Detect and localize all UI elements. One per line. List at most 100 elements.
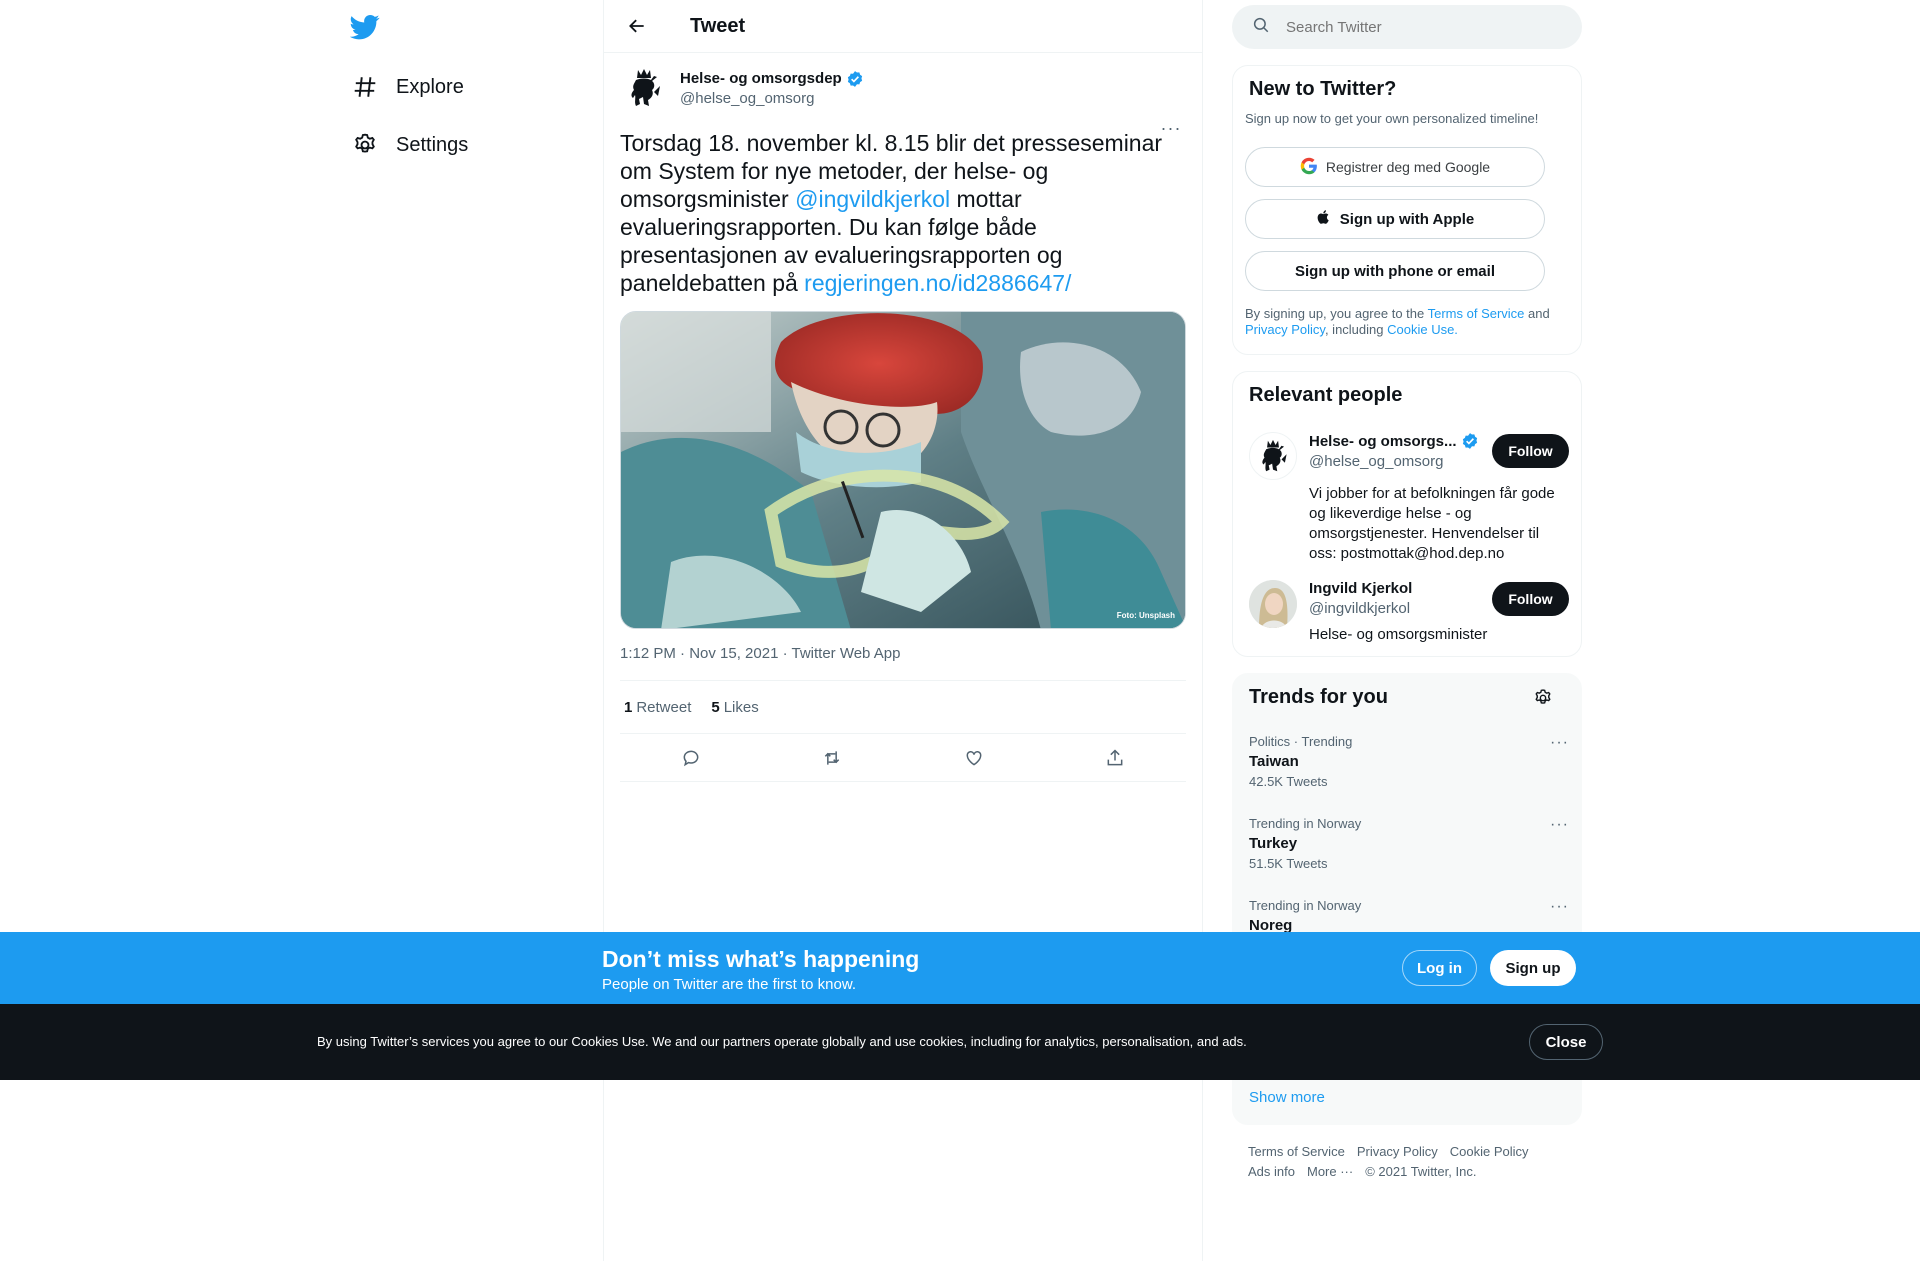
trend-item[interactable]: Politics · Trending Taiwan 42.5K Tweets … bbox=[1249, 734, 1569, 789]
banner-subtitle: People on Twitter are the first to know. bbox=[602, 976, 857, 993]
footer-copyright: © 2021 Twitter, Inc. bbox=[1365, 1164, 1477, 1179]
cookie-close-button[interactable]: Close bbox=[1529, 1024, 1603, 1060]
likes-count: 5 bbox=[711, 698, 720, 716]
google-signup-button[interactable]: Registrer deg med Google bbox=[1245, 147, 1545, 187]
like-icon[interactable] bbox=[957, 741, 991, 775]
likes-label: Likes bbox=[723, 698, 759, 716]
footer-links: Terms of Service Privacy Policy Cookie Pol… bbox=[1248, 1142, 1578, 1182]
relevant-people-card: Relevant people Helse- og omsorgs... @he… bbox=[1232, 371, 1582, 657]
url-link[interactable]: regjeringen.no/id2886647/ bbox=[804, 270, 1071, 296]
new-to-twitter-title: New to Twitter? bbox=[1249, 78, 1397, 100]
relevant-people-title: Relevant people bbox=[1249, 384, 1403, 406]
more-options-icon[interactable]: ··· bbox=[1550, 734, 1569, 752]
phone-email-signup-label: Sign up with phone or email bbox=[1294, 262, 1495, 280]
person-bio: Vi jobber for at befolkningen får gode o… bbox=[1309, 485, 1555, 562]
apple-signup-label: Sign up with Apple bbox=[1339, 210, 1475, 228]
terms-of-service-link[interactable]: Terms of Service bbox=[1428, 306, 1525, 321]
person-name[interactable]: Helse- og omsorgs... bbox=[1309, 433, 1457, 450]
tweet-text: Torsdag 18. november kl. 8.15 blir det p… bbox=[620, 129, 1186, 297]
terms-including: , including bbox=[1324, 322, 1388, 337]
likes-stat[interactable]: 5 Likes bbox=[711, 699, 758, 716]
new-to-twitter-subtitle: Sign up now to get your own personalized… bbox=[1245, 111, 1539, 126]
signup-button[interactable]: Sign up bbox=[1490, 950, 1576, 986]
person-handle: @helse_og_omsorg bbox=[1309, 453, 1444, 470]
back-arrow-icon[interactable] bbox=[620, 9, 654, 43]
tweet-actions bbox=[620, 734, 1186, 782]
twitter-bird-icon[interactable] bbox=[349, 12, 382, 44]
signup-banner: Don’t miss what’s happening People on Tw… bbox=[0, 932, 1920, 1004]
verified-badge-icon bbox=[1461, 432, 1479, 450]
terms-and: and bbox=[1524, 306, 1550, 321]
gear-icon[interactable] bbox=[1533, 688, 1557, 712]
trend-context: Politics · Trending bbox=[1249, 734, 1353, 749]
cookie-banner: By using Twitter’s services you agree to… bbox=[0, 1004, 1920, 1080]
search-input[interactable] bbox=[1286, 18, 1546, 36]
google-icon bbox=[1300, 157, 1318, 178]
avatar[interactable] bbox=[620, 64, 668, 112]
more-options-icon[interactable]: ··· bbox=[1550, 816, 1569, 834]
show-more-link[interactable]: Show more bbox=[1249, 1089, 1325, 1106]
footer-more-link[interactable]: More ··· bbox=[1307, 1164, 1353, 1179]
norway-lion-crest-icon bbox=[631, 69, 660, 106]
footer-cookie-link[interactable]: Cookie Policy bbox=[1450, 1144, 1529, 1159]
trend-count: 51.5K Tweets bbox=[1249, 856, 1328, 871]
avatar[interactable] bbox=[1249, 432, 1297, 480]
trend-count: 42.5K Tweets bbox=[1249, 774, 1328, 789]
phone-email-signup-button[interactable]: Sign up with phone or email bbox=[1245, 251, 1545, 291]
google-signup-label: Registrer deg med Google bbox=[1325, 159, 1491, 175]
tweet-stats: 1 Retweet 5 Likes bbox=[620, 681, 1186, 734]
tweet-author[interactable]: Helse- og omsorgsdep @helse_og_omsorg bbox=[620, 53, 1186, 123]
footer-privacy-link[interactable]: Privacy Policy bbox=[1357, 1144, 1438, 1159]
surgery-photo bbox=[621, 312, 1185, 628]
login-button[interactable]: Log in bbox=[1402, 950, 1477, 986]
tweet-image[interactable]: Foto: Unsplash bbox=[620, 311, 1186, 629]
search-icon bbox=[1252, 16, 1270, 39]
search-box[interactable] bbox=[1232, 5, 1582, 49]
tweet-header: Tweet bbox=[604, 0, 1202, 53]
apple-signup-button[interactable]: Sign up with Apple bbox=[1245, 199, 1545, 239]
trend-context: Trending in Norway bbox=[1249, 898, 1362, 913]
footer-ads-link[interactable]: Ads info bbox=[1248, 1164, 1295, 1179]
image-credit: Foto: Unsplash bbox=[1116, 611, 1175, 620]
author-name[interactable]: Helse- og omsorgsdep bbox=[680, 70, 842, 87]
share-icon[interactable] bbox=[1098, 741, 1132, 775]
person-name[interactable]: Ingvild Kjerkol bbox=[1309, 580, 1489, 597]
trends-title: Trends for you bbox=[1249, 686, 1388, 708]
person-bio: Helse- og omsorgsminister bbox=[1309, 626, 1488, 643]
gear-icon bbox=[350, 130, 380, 160]
nav-explore[interactable]: Explore bbox=[350, 67, 464, 107]
hashtag-icon bbox=[350, 72, 380, 102]
retweets-stat[interactable]: 1 Retweet bbox=[624, 699, 691, 716]
nav-settings[interactable]: Settings bbox=[350, 125, 468, 165]
mention-link[interactable]: @ingvildkjerkol bbox=[795, 186, 950, 212]
privacy-policy-link[interactable]: Privacy Policy bbox=[1245, 322, 1325, 337]
new-to-twitter-card: New to Twitter? Sign up now to get your … bbox=[1232, 65, 1582, 355]
retweet-icon[interactable] bbox=[815, 741, 849, 775]
reply-icon[interactable] bbox=[674, 741, 708, 775]
avatar[interactable] bbox=[1249, 580, 1297, 628]
banner-title: Don’t miss what’s happening bbox=[602, 946, 920, 972]
follow-button[interactable]: Follow bbox=[1492, 434, 1569, 468]
nav-explore-label: Explore bbox=[396, 75, 464, 98]
cookie-text: By using Twitter’s services you agree to… bbox=[317, 1034, 1247, 1049]
trend-context: Trending in Norway bbox=[1249, 816, 1362, 831]
trend-name: Turkey bbox=[1249, 835, 1298, 852]
apple-icon bbox=[1316, 208, 1332, 230]
follow-button[interactable]: Follow bbox=[1492, 582, 1569, 616]
norway-lion-crest-icon bbox=[1262, 439, 1287, 472]
tweet: Helse- og omsorgsdep @helse_og_omsorg ··… bbox=[604, 53, 1202, 782]
trend-item[interactable]: Trending in Norway Turkey 51.5K Tweets ·… bbox=[1249, 816, 1569, 871]
person-photo bbox=[1249, 580, 1297, 628]
author-handle: @helse_og_omsorg bbox=[680, 89, 815, 107]
cookie-use-link[interactable]: Cookie Use. bbox=[1387, 322, 1458, 337]
tweet-timestamp: 1:12 PM · Nov 15, 2021 · Twitter Web App bbox=[620, 645, 1186, 681]
nav-settings-label: Settings bbox=[396, 133, 469, 156]
trend-name: Taiwan bbox=[1249, 753, 1299, 770]
signup-terms: By signing up, you agree to the Terms of… bbox=[1245, 306, 1565, 338]
footer-terms-link[interactable]: Terms of Service bbox=[1248, 1144, 1345, 1159]
more-options-icon[interactable]: ··· bbox=[1156, 113, 1186, 143]
retweets-label: Retweet bbox=[636, 698, 692, 716]
more-options-icon[interactable]: ··· bbox=[1550, 898, 1569, 916]
page-title: Tweet bbox=[690, 14, 746, 37]
timestamp-text[interactable]: 1:12 PM · Nov 15, 2021 · Twitter Web App bbox=[620, 645, 900, 662]
